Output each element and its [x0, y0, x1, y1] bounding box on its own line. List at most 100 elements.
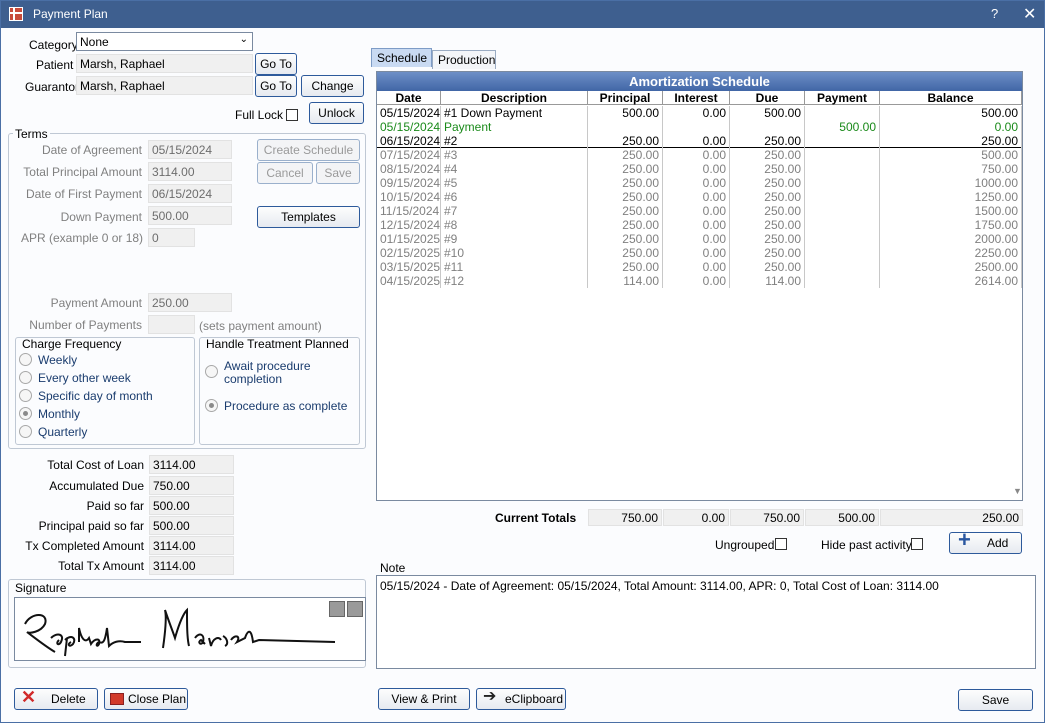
table-row[interactable]: 11/15/2024 #7 250.00 0.00 250.00 1500.00 [377, 204, 1022, 218]
table-row[interactable]: 08/15/2024 #4 250.00 0.00 250.00 750.00 [377, 162, 1022, 176]
cell-balance: 2614.00 [880, 274, 1022, 288]
cell-principal: 250.00 [588, 148, 663, 162]
cell-due: 250.00 [730, 218, 805, 232]
cell-due: 250.00 [730, 204, 805, 218]
guarantor-goto-button[interactable]: Go To [255, 75, 297, 97]
unlock-button[interactable]: Unlock [309, 102, 364, 124]
close-button[interactable]: ✕ [1023, 4, 1036, 24]
num-payments-label: Number of Payments [29, 318, 142, 332]
cell-principal: 250.00 [588, 134, 663, 148]
cell-description: #2 [441, 134, 588, 148]
col-balance[interactable]: Balance [880, 91, 1022, 105]
templates-button[interactable]: Templates [257, 206, 360, 228]
cell-interest: 0.00 [663, 148, 730, 162]
cell-payment [805, 134, 880, 148]
procedure-complete-label: Procedure as complete [224, 399, 348, 413]
weekly-radio[interactable] [19, 353, 32, 366]
terms-save-button[interactable]: Save [316, 162, 360, 184]
table-row[interactable]: 05/15/2024 Payment 500.00 0.00 [377, 120, 1022, 134]
hide-past-checkbox[interactable] [911, 538, 923, 550]
cell-balance: 1750.00 [880, 218, 1022, 232]
col-date[interactable]: Date [377, 91, 441, 105]
cell-payment [805, 148, 880, 162]
table-row[interactable]: 10/15/2024 #6 250.00 0.00 250.00 1250.00 [377, 190, 1022, 204]
col-description[interactable]: Description [441, 91, 588, 105]
table-row[interactable]: 04/15/2025 #12 114.00 0.00 114.00 2614.00 [377, 274, 1022, 288]
monthly-radio[interactable] [19, 407, 32, 420]
add-button[interactable]: + Add [949, 529, 1022, 554]
full-lock-label: Full Lock [235, 108, 284, 122]
table-row[interactable]: 03/15/2025 #11 250.00 0.00 250.00 2500.00 [377, 260, 1022, 274]
cell-interest: 0.00 [663, 274, 730, 288]
table-row[interactable]: 12/15/2024 #8 250.00 0.00 250.00 1750.00 [377, 218, 1022, 232]
create-schedule-button[interactable]: Create Schedule [257, 139, 360, 161]
cell-interest: 0.00 [663, 218, 730, 232]
cell-principal: 250.00 [588, 176, 663, 190]
ungrouped-checkbox[interactable] [775, 538, 787, 550]
cell-payment [805, 162, 880, 176]
table-row[interactable]: 01/15/2025 #9 250.00 0.00 250.00 2000.00 [377, 232, 1022, 246]
cell-date: 04/15/2025 [377, 274, 441, 288]
table-row[interactable]: 06/15/2024 #2 250.00 0.00 250.00 250.00 [377, 134, 1022, 148]
hide-past-label: Hide past activity [821, 538, 912, 552]
cell-date: 11/15/2024 [377, 204, 441, 218]
tab-schedule[interactable]: Schedule [371, 48, 432, 67]
cell-due: 250.00 [730, 134, 805, 148]
delete-button[interactable]: ✕ Delete [14, 687, 98, 710]
ungrouped-label: Ungrouped [715, 538, 775, 552]
col-interest[interactable]: Interest [663, 91, 730, 105]
add-label: Add [987, 536, 1009, 550]
patient-goto-button[interactable]: Go To [255, 53, 297, 75]
table-row[interactable]: 07/15/2024 #3 250.00 0.00 250.00 500.00 [377, 148, 1022, 162]
cell-date: 08/15/2024 [377, 162, 441, 176]
cell-balance: 1500.00 [880, 204, 1022, 218]
await-procedure-radio[interactable] [205, 365, 218, 378]
note-textarea[interactable]: 05/15/2024 - Date of Agreement: 05/15/20… [376, 575, 1036, 669]
cell-payment [805, 176, 880, 190]
paid-so-far-label: Paid so far [86, 499, 144, 513]
specific-day-label: Specific day of month [38, 389, 153, 403]
every-other-week-radio[interactable] [19, 371, 32, 384]
full-lock-checkbox[interactable] [286, 109, 298, 121]
save-button[interactable]: Save [958, 689, 1033, 711]
table-row[interactable]: 05/15/2024 #1 Down Payment 500.00 0.00 500.0… [377, 106, 1022, 120]
cell-description: #11 [441, 260, 588, 274]
weekly-label: Weekly [38, 353, 78, 367]
cell-interest: 0.00 [663, 246, 730, 260]
cell-interest: 0.00 [663, 162, 730, 176]
help-button[interactable]: ? [991, 6, 998, 21]
total-tx-label: Total Tx Amount [58, 559, 144, 573]
category-select[interactable]: None ⌄ [76, 32, 253, 51]
cell-balance: 250.00 [880, 134, 1022, 148]
change-button[interactable]: Change [301, 75, 364, 97]
col-payment[interactable]: Payment [805, 91, 880, 105]
table-row[interactable]: 09/15/2024 #5 250.00 0.00 250.00 1000.00 [377, 176, 1022, 190]
scroll-down-icon[interactable]: ▼ [1013, 486, 1022, 496]
date-of-agreement-field: 05/15/2024 [148, 140, 232, 159]
cell-date: 12/15/2024 [377, 218, 441, 232]
quarterly-radio[interactable] [19, 425, 32, 438]
apr-label: APR (example 0 or 18) [21, 231, 144, 245]
cell-due: 250.00 [730, 246, 805, 260]
cell-description: #12 [441, 274, 588, 288]
cell-interest: 0.00 [663, 134, 730, 148]
procedure-complete-radio[interactable] [205, 399, 218, 412]
col-due[interactable]: Due [730, 91, 805, 105]
table-row[interactable]: 02/15/2025 #10 250.00 0.00 250.00 2250.00 [377, 246, 1022, 260]
total-tx-field: 3114.00 [149, 556, 234, 575]
treatment-title: Handle Treatment Planned [206, 337, 349, 351]
eclipboard-button[interactable]: ➔ eClipboard [476, 688, 566, 710]
cell-date: 01/15/2025 [377, 232, 441, 246]
view-print-button[interactable]: View & Print [378, 688, 470, 710]
close-plan-button[interactable]: Close Plan [104, 688, 188, 710]
cancel-button[interactable]: Cancel [257, 162, 313, 184]
tab-production[interactable]: Production [432, 50, 496, 69]
col-principal[interactable]: Principal [588, 91, 663, 105]
cell-principal: 250.00 [588, 204, 663, 218]
specific-day-radio[interactable] [19, 389, 32, 402]
signature-image [24, 607, 336, 657]
cell-balance: 750.00 [880, 162, 1022, 176]
down-payment-field: 500.00 [148, 206, 232, 225]
cell-balance: 0.00 [880, 120, 1022, 134]
category-label: Category [29, 38, 78, 52]
